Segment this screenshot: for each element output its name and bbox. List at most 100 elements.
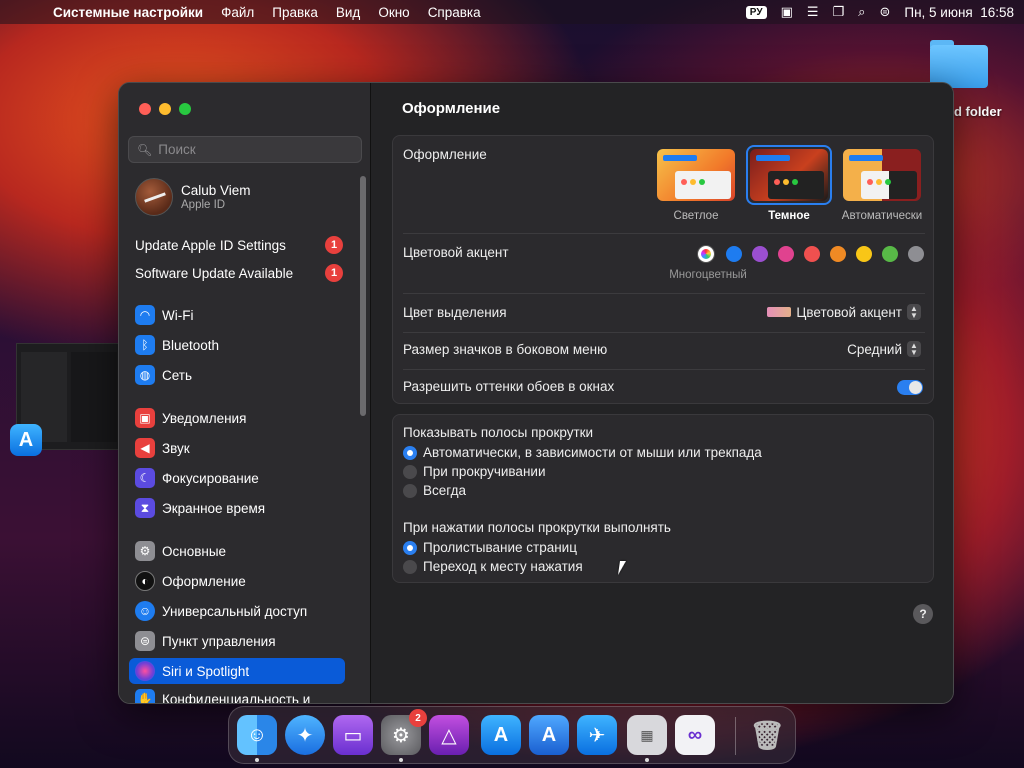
sidebar-item-siri-spotlight[interactable]: Siri и Spotlight [129, 658, 345, 684]
visual-studio-icon[interactable]: ∞ [675, 715, 715, 755]
radio-button[interactable] [403, 540, 417, 555]
icon-size-label: Размер значков в боковом меню [403, 342, 608, 357]
menu-app-name[interactable]: Системные настройки [44, 5, 212, 20]
globe-icon: ◍ [135, 365, 155, 385]
menu-help[interactable]: Справка [419, 5, 490, 20]
help-button[interactable]: ? [913, 604, 933, 624]
safari-icon[interactable]: ✦ [285, 715, 325, 755]
sidebar-item-appearance[interactable]: ◐ Оформление [129, 568, 345, 594]
testflight-icon[interactable]: ✈ [577, 715, 617, 755]
page-title: Оформление [402, 100, 501, 117]
spotlight-search-icon[interactable]: ⌕ [858, 4, 865, 20]
search-input[interactable] [158, 142, 359, 157]
appearance-light-option[interactable] [657, 149, 735, 201]
accent-color-option[interactable] [908, 246, 924, 262]
menu-window[interactable]: Окно [369, 5, 418, 20]
accent-color-option[interactable] [856, 246, 872, 262]
podcasts-icon[interactable]: ▭ [333, 715, 373, 755]
search-icon: 🔍︎ [137, 142, 153, 157]
click-option-next-page[interactable]: Пролистывание страниц [403, 540, 577, 555]
search-field[interactable]: 🔍︎ [128, 136, 362, 163]
click-option-jump-here[interactable]: Переход к месту нажатия [403, 559, 583, 574]
apple-id-account[interactable]: Calub Viem Apple ID [135, 178, 251, 216]
sidebar-item-accessibility[interactable]: ☺ Универсальный доступ [129, 598, 345, 624]
accent-color-option[interactable] [882, 246, 898, 262]
sidebar-item-sound[interactable]: ◀ Звук [129, 435, 345, 461]
sidebar-item-general[interactable]: ⚙ Основные [129, 538, 345, 564]
desktop-folder-icon[interactable] [930, 40, 990, 88]
control-center-icon[interactable]: ⊜ [879, 4, 890, 20]
appearance-auto-option[interactable] [843, 149, 921, 201]
scroll-option-auto[interactable]: Автоматически, в зависимости от мыши или… [403, 445, 762, 460]
sidebar-item-focus[interactable]: ☾ Фокусирование [129, 465, 345, 491]
radio-label: Всегда [423, 483, 466, 498]
menu-view[interactable]: Вид [327, 5, 369, 20]
finder-icon[interactable]: ☺ [237, 715, 277, 755]
sidebar-item-label: Сеть [162, 367, 193, 383]
mouse-cursor [618, 561, 632, 575]
content-pane: Оформление Оформление Светлое Темное Авт… [372, 83, 953, 703]
radio-button[interactable] [403, 559, 417, 574]
zoom-button[interactable] [179, 103, 191, 115]
dock-separator [735, 717, 736, 755]
alert-software-update[interactable]: Software Update Available 1 [135, 264, 343, 282]
highlight-value: Цветовой акцент [796, 304, 902, 320]
launchpad-icon[interactable]: ▦ [627, 715, 667, 755]
scroll-option-always[interactable]: Всегда [403, 483, 466, 498]
accent-color-option[interactable] [752, 246, 768, 262]
sidebar-item-label: Bluetooth [162, 337, 220, 353]
alert-update-apple-id[interactable]: Update Apple ID Settings 1 [135, 236, 343, 254]
menu-edit[interactable]: Правка [263, 5, 327, 20]
close-button[interactable] [139, 103, 151, 115]
icon-size-select[interactable]: Средний ▲ ▼ [847, 341, 921, 357]
scrollbars-title: Показывать полосы прокрутки [403, 425, 594, 440]
minimize-button[interactable] [159, 103, 171, 115]
sidebar-item-network[interactable]: ◍ Сеть [129, 362, 345, 388]
system-settings-window: 🔍︎ Calub Viem Apple ID Update Apple ID S… [118, 82, 954, 704]
sidebar-item-label: Звук [162, 440, 190, 456]
scrollbars-group: Показывать полосы прокрутки Автоматическ… [392, 414, 934, 583]
radio-button[interactable] [403, 445, 417, 460]
scroll-option-when-scrolling[interactable]: При прокручивании [403, 464, 545, 479]
windows-icon[interactable]: ❐ [833, 4, 845, 20]
highlight-color-label: Цвет выделения [403, 305, 507, 320]
dock: ☺ ✦ ▭ ⚙ 2 △ A A ✈ ▦ ∞ 🗑︎ [228, 706, 796, 764]
accent-color-option[interactable] [726, 246, 742, 262]
menu-file[interactable]: Файл [212, 5, 263, 20]
appearance-dark-option[interactable] [750, 149, 828, 201]
radio-button[interactable] [403, 464, 417, 479]
sidebar-item-label: Уведомления [162, 410, 247, 426]
stage-manager-icon[interactable]: ☰ [807, 4, 819, 20]
xcode-icon[interactable]: A [529, 715, 569, 755]
clock[interactable]: Пн, 5 июня 16:58 [904, 5, 1014, 20]
wallpaper-tinting-toggle[interactable] [897, 380, 923, 395]
input-source-badge[interactable]: РУ [745, 5, 767, 19]
accent-color-option[interactable] [804, 246, 820, 262]
sidebar-item-screen-time[interactable]: ⧗ Экранное время [129, 495, 345, 521]
sidebar-item-control-center[interactable]: ⊜ Пункт управления [129, 628, 345, 654]
alert-badge: 1 [325, 264, 343, 282]
desktop-folder-label[interactable]: d folder [954, 104, 1002, 119]
window-controls [139, 103, 191, 115]
sidebar: 🔍︎ Calub Viem Apple ID Update Apple ID S… [119, 83, 371, 703]
radio-button[interactable] [403, 483, 417, 498]
settings-icon[interactable]: ⚙ 2 [381, 709, 427, 755]
sidebar-item-bluetooth[interactable]: ᛒ Bluetooth [129, 332, 345, 358]
sidebar-item-privacy[interactable]: ✋ Конфиденциальность и [129, 686, 345, 703]
user-icon[interactable]: ▣ [781, 4, 793, 20]
accent-color-option[interactable] [778, 246, 794, 262]
app-store-icon[interactable]: A [481, 715, 521, 755]
appearance-light-label: Светлое [673, 210, 719, 222]
running-indicator [399, 758, 403, 762]
app-store-icon[interactable]: A [10, 424, 42, 456]
appearance-group: Оформление Светлое Темное Автоматически … [392, 135, 934, 404]
trash-icon[interactable]: 🗑︎ [747, 715, 787, 755]
accent-multicolor[interactable] [698, 246, 714, 262]
appearance-auto-label: Автоматически [841, 210, 923, 222]
accent-color-option[interactable] [830, 246, 846, 262]
sidebar-item-notifications[interactable]: ▣ Уведомления [129, 405, 345, 431]
sidebar-scrollbar[interactable] [360, 176, 366, 416]
affinity-icon[interactable]: △ [429, 715, 469, 755]
sidebar-item-wifi[interactable]: ◠ Wi-Fi [129, 302, 345, 328]
highlight-color-select[interactable]: Цветовой акцент ▲ ▼ [767, 304, 921, 320]
